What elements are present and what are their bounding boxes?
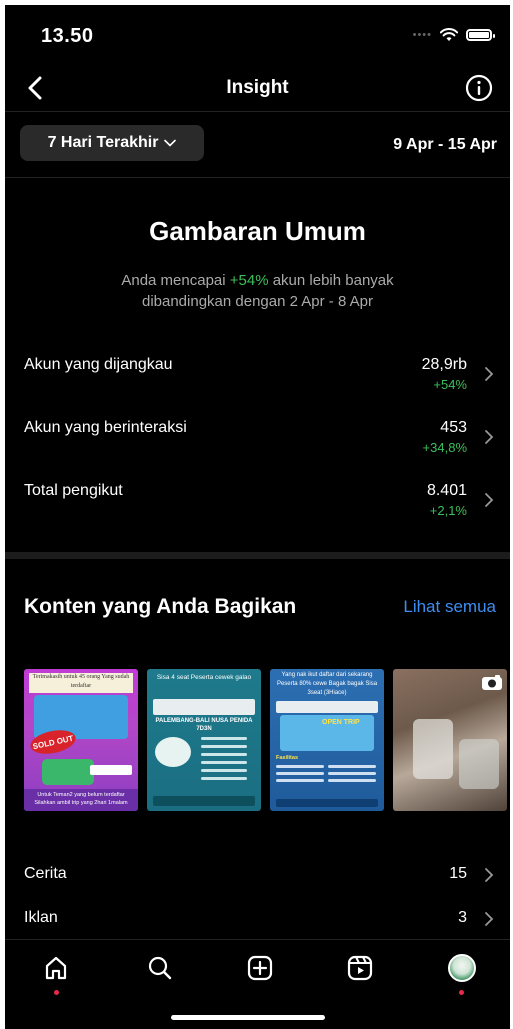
row-ads[interactable]: Iklan 3 [5, 901, 510, 935]
metric-value: 453 [440, 419, 467, 436]
chevron-right-icon [485, 868, 494, 882]
tab-search[interactable] [143, 951, 177, 985]
metric-change: +2,1% [429, 503, 467, 518]
battery-icon [466, 29, 495, 41]
tab-reels[interactable] [343, 951, 377, 985]
date-range-text: 9 Apr - 15 Apr [393, 136, 497, 153]
chevron-right-icon [485, 912, 494, 926]
wifi-icon [440, 28, 458, 41]
screen: 13.50 •••• Insight 7 Hari Terakhir 9 Apr… [5, 5, 510, 1029]
thumbnail-subheading: Fasilitas [276, 755, 299, 761]
overview-title: Gambaran Umum [149, 216, 366, 246]
video-camera-icon [482, 675, 502, 690]
metric-change: +54% [433, 377, 467, 392]
thumbnail-headline: PALEMBANG-BALI NUSA PENIDA 7D3N [155, 718, 253, 732]
notification-dot [54, 990, 59, 995]
summary-comparison: dibandingkan dengan 2 Apr - 8 Apr [141, 293, 373, 310]
price-tag [90, 765, 132, 775]
date-range-label: 7 Hari Terakhir [47, 134, 159, 151]
chevron-down-icon [164, 139, 177, 147]
overview-summary: Anda mencapai +54% akun lebih banyak dib… [45, 270, 470, 312]
thumbnail-footer: Untuk Teman2 yang belum terdaftar Silahk… [24, 789, 138, 811]
page-title: Insight [226, 77, 289, 98]
metric-change: +34,8% [422, 440, 467, 455]
divider [5, 939, 510, 940]
thumbnail-caption: Terimakasih untuk 45 orang Yang sudah te… [29, 673, 133, 693]
post-footer [276, 799, 378, 807]
content-thumbnail[interactable]: Sisa 4 seat Peserta cewek galao PALEMBAN… [147, 669, 261, 811]
date-range-dropdown[interactable]: 7 Hari Terakhir [20, 125, 204, 161]
divider [5, 177, 510, 178]
home-icon [45, 956, 67, 980]
thumbnail-headline: OPEN TRIP [322, 719, 360, 726]
row-stories[interactable]: Cerita 15 [5, 857, 510, 891]
metric-label: Akun yang dijangkau [24, 356, 173, 373]
summary-highlight: +54% [229, 272, 269, 289]
tab-home[interactable] [39, 951, 73, 985]
metric-row-engaged[interactable]: Akun yang berinteraksi 453 +34,8% [5, 408, 510, 464]
content-thumbnail[interactable]: Yang nak ikut daftar dari sekarang Peser… [270, 669, 384, 811]
info-icon[interactable] [462, 71, 496, 105]
divider [5, 111, 510, 112]
chevron-right-icon [485, 430, 494, 444]
profile-avatar [448, 954, 476, 982]
tab-profile[interactable] [445, 951, 479, 985]
signal-icon: •••• [412, 29, 432, 41]
status-indicators: •••• [412, 28, 495, 42]
thumbnail-caption: Sisa 4 seat Peserta cewek galao [156, 674, 252, 681]
metric-row-followers[interactable]: Total pengikut 8.401 +2,1% [5, 471, 510, 527]
chevron-right-icon [485, 367, 494, 381]
metric-label: Akun yang berinteraksi [24, 419, 187, 436]
row-label: Iklan [24, 909, 58, 926]
notification-dot [459, 990, 464, 995]
list-lines [276, 763, 376, 799]
metric-value: 28,9rb [421, 356, 467, 373]
create-icon [247, 955, 273, 981]
metric-row-reach[interactable]: Akun yang dijangkau 28,9rb +54% [5, 345, 510, 401]
post-footer [153, 796, 255, 806]
tab-create[interactable] [243, 951, 277, 985]
content-thumbnail[interactable]: Terimakasih untuk 45 orang Yang sudah te… [24, 669, 138, 811]
photo-circle [155, 737, 191, 767]
row-label: Cerita [24, 865, 67, 882]
row-value: 15 [449, 865, 467, 882]
post-header [153, 699, 255, 715]
home-indicator [171, 1015, 325, 1020]
chevron-right-icon [485, 493, 494, 507]
list-lines [195, 735, 253, 787]
content-section-title: Konten yang Anda Bagikan [24, 595, 297, 618]
metric-value: 8.401 [426, 482, 467, 499]
post-header [276, 701, 378, 713]
summary-suffix: akun lebih banyak [268, 272, 394, 289]
glass-image [413, 719, 453, 779]
reels-icon [347, 955, 373, 981]
section-separator [5, 552, 510, 559]
summary-prefix: Anda mencapai [121, 272, 230, 289]
bus-image [42, 759, 94, 785]
search-icon [148, 956, 172, 980]
row-value: 3 [458, 909, 467, 926]
status-time: 13.50 [41, 25, 94, 47]
thumbnail-caption: Yang nak ikut daftar dari sekarang Peser… [276, 672, 378, 696]
metric-label: Total pengikut [24, 482, 123, 499]
glass-image [459, 739, 499, 789]
content-thumbnail[interactable] [393, 669, 507, 811]
see-all-link[interactable]: Lihat semua [403, 597, 496, 617]
